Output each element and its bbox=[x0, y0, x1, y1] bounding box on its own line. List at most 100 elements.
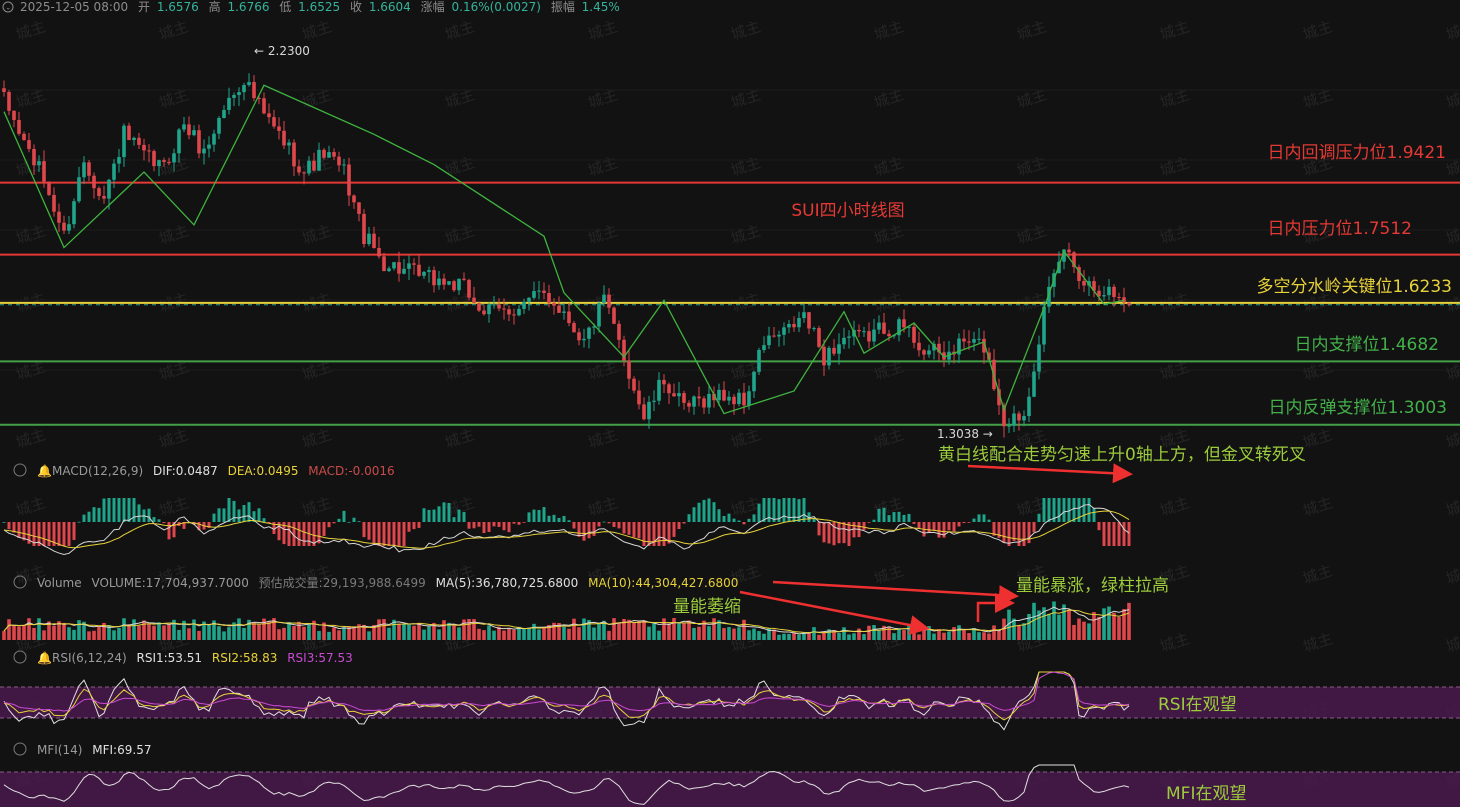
macd-bar bbox=[417, 522, 421, 528]
bell-icon[interactable]: 🔔 bbox=[37, 651, 52, 665]
macd-bar bbox=[1037, 513, 1041, 522]
macd-bar bbox=[622, 522, 626, 534]
candle-body bbox=[562, 311, 566, 313]
candle-body bbox=[587, 327, 591, 339]
macd-bar bbox=[897, 511, 901, 522]
volume-bar bbox=[137, 625, 141, 640]
candle-body bbox=[867, 331, 871, 342]
macd-bar bbox=[437, 506, 441, 522]
volume-bar bbox=[442, 620, 446, 640]
sui-4h-chart[interactable]: 城主 城主 城主 城主 城主 城主 城主 城主 城主 城主 城主城主 城主 城主 城主 城主 城主 城主 城主 城主… bbox=[0, 0, 1460, 807]
candle-body bbox=[247, 82, 251, 86]
macd-bar bbox=[222, 508, 226, 522]
volume-bar bbox=[842, 627, 846, 640]
candle-body bbox=[512, 314, 516, 316]
volume-bar bbox=[592, 627, 596, 640]
candle-body bbox=[532, 291, 536, 298]
volume-surge-note: 量能暴涨，绿柱拉高 bbox=[1016, 576, 1169, 596]
volume-bar bbox=[892, 633, 896, 640]
volume-bar bbox=[962, 630, 966, 640]
dif-value: 0.0487 bbox=[176, 464, 218, 478]
candle-body bbox=[862, 331, 866, 333]
volume-bar bbox=[467, 619, 471, 640]
macd-bar bbox=[842, 522, 846, 544]
macd-bar bbox=[547, 515, 551, 522]
macd-value: -0.0016 bbox=[348, 464, 394, 478]
volume-bar bbox=[637, 620, 641, 640]
macd-bar bbox=[607, 522, 611, 524]
candle-body bbox=[222, 109, 226, 119]
candle-body bbox=[127, 125, 131, 141]
volume-bar bbox=[352, 627, 356, 640]
candle-body bbox=[617, 323, 621, 340]
macd-bar bbox=[1072, 498, 1076, 522]
volume-bar bbox=[217, 626, 221, 640]
volume-bar bbox=[772, 629, 776, 640]
macd-bar bbox=[567, 520, 571, 522]
candle-body bbox=[542, 290, 546, 294]
volume-bar bbox=[902, 630, 906, 640]
candle-body bbox=[392, 262, 396, 269]
candle-body bbox=[467, 279, 471, 298]
volume-bar bbox=[502, 630, 506, 640]
candle-body bbox=[677, 393, 681, 397]
macd-bar bbox=[882, 507, 886, 522]
volume-bar bbox=[507, 628, 511, 640]
volume-bar bbox=[707, 626, 711, 640]
macd-bar bbox=[762, 498, 766, 522]
volume-bar bbox=[862, 634, 866, 640]
macd-bar bbox=[957, 522, 961, 527]
candle-body bbox=[487, 304, 491, 315]
macd-bar bbox=[112, 498, 116, 522]
volume-bar bbox=[542, 626, 546, 640]
low-price-mark: 1.3038 → bbox=[937, 427, 993, 441]
volume-bar bbox=[1072, 624, 1076, 640]
macd-bar bbox=[237, 509, 241, 522]
volume-bar bbox=[197, 630, 201, 640]
volume-bar bbox=[797, 634, 801, 640]
candle-body bbox=[757, 349, 761, 372]
macd-bar bbox=[2, 522, 6, 523]
candle-body bbox=[157, 160, 161, 167]
candle-body bbox=[42, 161, 46, 182]
volume-bar bbox=[812, 627, 816, 640]
candle-body bbox=[1122, 297, 1126, 303]
volume-bar bbox=[817, 634, 821, 640]
macd-bar bbox=[517, 522, 521, 525]
candle-body bbox=[307, 160, 311, 174]
ohlc-header: ⌄ 2025-12-05 08:00 开 1.6576 高 1.6766 低 1… bbox=[2, 0, 620, 14]
high-price-mark: ← 2.2300 bbox=[254, 44, 310, 58]
volume-bar bbox=[912, 633, 916, 640]
volume-bar bbox=[97, 626, 101, 640]
candle-body bbox=[517, 308, 521, 316]
volume-bar bbox=[532, 623, 536, 640]
candle-body bbox=[1022, 416, 1026, 421]
volume-bar bbox=[122, 618, 126, 640]
volume-bar bbox=[317, 630, 321, 640]
bell-icon[interactable]: 🔔 bbox=[37, 464, 52, 478]
candle-body bbox=[807, 312, 811, 329]
macd-bar bbox=[127, 498, 131, 522]
macd-bar bbox=[742, 522, 746, 525]
candle-body bbox=[1067, 249, 1071, 253]
macd-bar bbox=[722, 515, 726, 522]
volume-bar bbox=[37, 618, 41, 640]
candle-body bbox=[312, 160, 316, 171]
high-label: 高 bbox=[209, 0, 221, 14]
macd-bar bbox=[97, 507, 101, 522]
macd-bar bbox=[797, 499, 801, 522]
macd-bar bbox=[967, 522, 971, 523]
volume-bar bbox=[787, 633, 791, 640]
volume-bar bbox=[222, 631, 226, 640]
candle-body bbox=[837, 344, 841, 354]
candle-body bbox=[202, 148, 206, 154]
volume-bar bbox=[1022, 623, 1026, 640]
candle-body bbox=[2, 88, 6, 93]
candle-body bbox=[627, 360, 631, 379]
volume-bar bbox=[987, 633, 991, 640]
macd-bar bbox=[137, 504, 141, 522]
level-label-resistance-1: 日内回调压力位1.9421 bbox=[1268, 143, 1446, 163]
candle-body bbox=[832, 347, 836, 354]
volume-bar bbox=[627, 619, 631, 640]
macd-bar bbox=[937, 522, 941, 538]
